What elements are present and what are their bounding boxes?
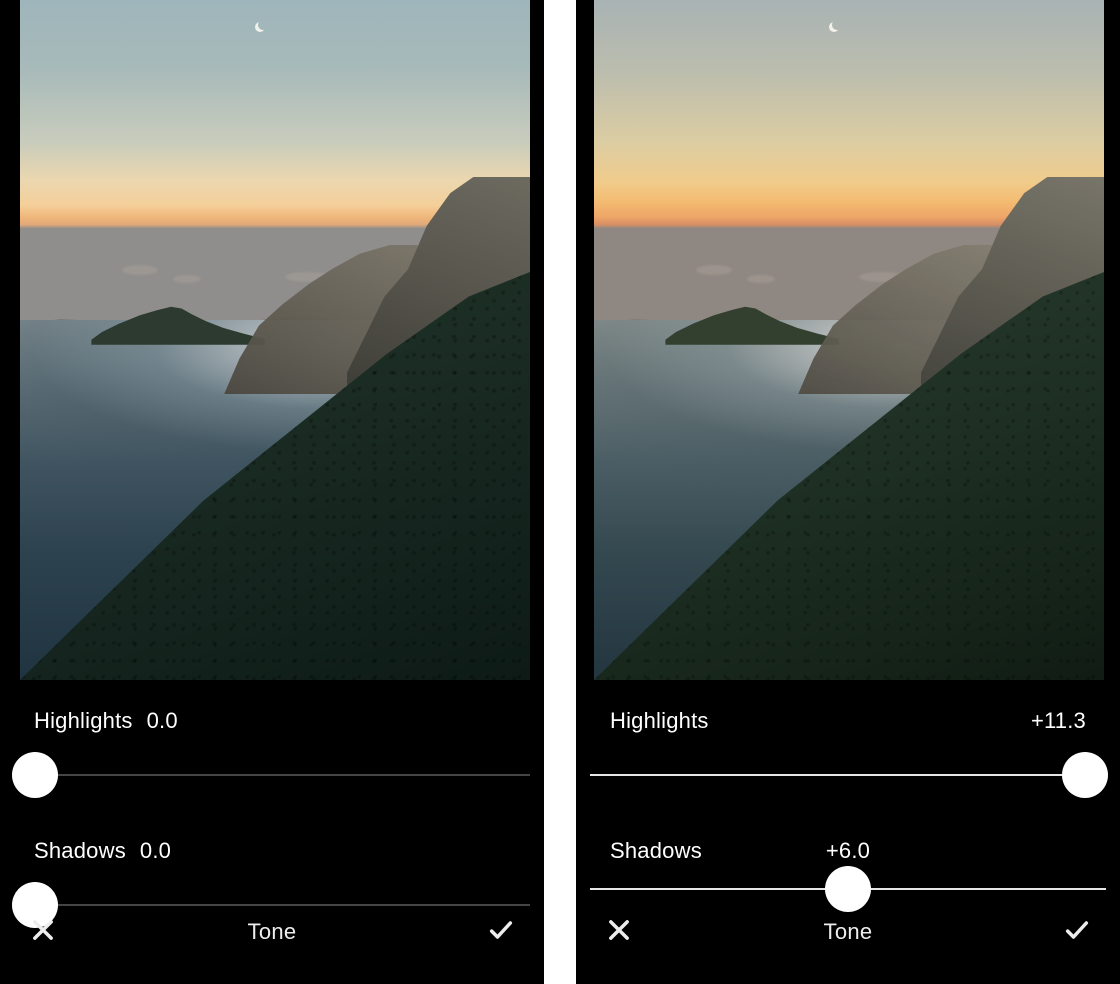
moon-icon [829, 22, 839, 32]
highlights-slider-thumb[interactable] [12, 752, 58, 798]
preview-image [594, 0, 1104, 680]
highlights-slider[interactable] [14, 752, 530, 798]
shadows-label: Shadows [34, 838, 126, 864]
tone-controls: Highlights 0.0 Shadows 0.0 [0, 680, 544, 984]
confirm-button[interactable] [484, 915, 518, 949]
highlights-label: Highlights [610, 708, 709, 734]
shadows-label: Shadows [610, 838, 702, 864]
shadows-value: 0.0 [140, 838, 171, 864]
cancel-button[interactable] [26, 915, 60, 949]
highlights-slider[interactable] [590, 752, 1106, 798]
highlights-value: 0.0 [147, 708, 178, 734]
highlights-label: Highlights [34, 708, 133, 734]
cancel-button[interactable] [602, 915, 636, 949]
highlights-value: +11.3 [1031, 708, 1086, 734]
close-icon [605, 916, 633, 949]
tone-footer: Tone [0, 900, 544, 984]
highlights-slider-group: Highlights 0.0 [14, 708, 530, 798]
editor-panel-after: Highlights +11.3 Shadows +6.0 [576, 0, 1120, 984]
close-icon [29, 916, 57, 949]
highlights-slider-group: Highlights +11.3 [590, 708, 1106, 798]
editor-panel-before: Highlights 0.0 Shadows 0.0 [0, 0, 544, 984]
panel-title: Tone [824, 919, 873, 945]
preview-image [20, 0, 530, 680]
highlights-slider-thumb[interactable] [1062, 752, 1108, 798]
tone-controls: Highlights +11.3 Shadows +6.0 [576, 680, 1120, 984]
shadows-value: +6.0 [826, 838, 870, 864]
tone-footer: Tone [576, 900, 1120, 984]
check-icon [1063, 916, 1091, 949]
panel-title: Tone [248, 919, 297, 945]
check-icon [487, 916, 515, 949]
moon-icon [255, 22, 265, 32]
confirm-button[interactable] [1060, 915, 1094, 949]
